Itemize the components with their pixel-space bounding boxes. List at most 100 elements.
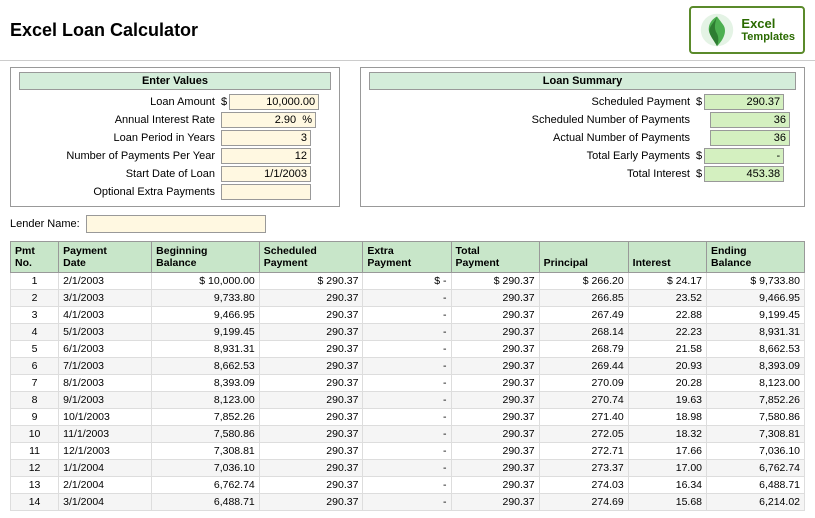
cell-total_pay: 290.37	[451, 494, 539, 511]
cell-end_bal: 7,852.26	[707, 392, 805, 409]
cell-principal: 274.69	[539, 494, 628, 511]
table-row: 1112/1/20037,308.81290.37-290.37272.7117…	[11, 443, 805, 460]
cell-total_pay: 290.37	[451, 290, 539, 307]
cell-beg_bal: 9,199.45	[152, 324, 260, 341]
input-section-header: Enter Values	[19, 72, 331, 90]
value-payments-per-year	[221, 148, 331, 164]
label-scheduled-payment: Scheduled Payment	[369, 96, 696, 108]
cell-sched_pay: 290.37	[259, 494, 363, 511]
lender-row: Lender Name:	[10, 215, 805, 233]
table-row: 132/1/20046,762.74290.37-290.37274.0316.…	[11, 477, 805, 494]
value-total-interest: $ 453.38	[696, 166, 796, 182]
input-loan-period[interactable]	[221, 130, 311, 146]
cell-date: 2/1/2003	[59, 273, 152, 290]
cell-sched_pay: 290.37	[259, 392, 363, 409]
cell-beg_bal: 8,123.00	[152, 392, 260, 409]
cell-principal: $ 266.20	[539, 273, 628, 290]
cell-principal: 270.74	[539, 392, 628, 409]
cell-sched_pay: 290.37	[259, 341, 363, 358]
cell-interest: 18.98	[628, 409, 706, 426]
cell-beg_bal: 6,762.74	[152, 477, 260, 494]
cell-sched_pay: 290.37	[259, 290, 363, 307]
cell-extra_pay: -	[363, 494, 451, 511]
col-header-interest: Interest	[628, 242, 706, 273]
cell-date: 12/1/2003	[59, 443, 152, 460]
label-loan-amount: Loan Amount	[19, 96, 221, 108]
lender-name-input[interactable]	[86, 215, 266, 233]
cell-interest: 22.88	[628, 307, 706, 324]
cell-end_bal: 6,488.71	[707, 477, 805, 494]
cell-date: 10/1/2003	[59, 409, 152, 426]
cell-pmt: 14	[11, 494, 59, 511]
cell-end_bal: 8,931.31	[707, 324, 805, 341]
cell-date: 6/1/2003	[59, 341, 152, 358]
col-header-sched-pay: ScheduledPayment	[259, 242, 363, 273]
cell-beg_bal: 9,466.95	[152, 307, 260, 324]
cell-principal: 268.79	[539, 341, 628, 358]
cell-interest: $ 24.17	[628, 273, 706, 290]
value-early-payments: $ -	[696, 148, 796, 164]
label-payments-per-year: Number of Payments Per Year	[19, 150, 221, 162]
cell-extra_pay: -	[363, 341, 451, 358]
cell-extra_pay: -	[363, 307, 451, 324]
logo-line1: Excel	[741, 16, 795, 32]
val-total-interest: 453.38	[704, 166, 784, 182]
cell-extra_pay: -	[363, 375, 451, 392]
cell-pmt: 4	[11, 324, 59, 341]
table-header-row: PmtNo. PaymentDate BeginningBalance Sche…	[11, 242, 805, 273]
cell-end_bal: 6,214.02	[707, 494, 805, 511]
cell-date: 8/1/2003	[59, 375, 152, 392]
cell-end_bal: 8,662.53	[707, 341, 805, 358]
cell-total_pay: 290.37	[451, 307, 539, 324]
cell-total_pay: 290.37	[451, 392, 539, 409]
cell-extra_pay: -	[363, 358, 451, 375]
cell-principal: 267.49	[539, 307, 628, 324]
cell-principal: 274.03	[539, 477, 628, 494]
table-row: 12/1/2003$ 10,000.00$ 290.37$ -$ 290.37$…	[11, 273, 805, 290]
logo-box: Excel Templates	[689, 6, 805, 54]
input-extra-payments[interactable]	[221, 184, 311, 200]
cell-beg_bal: $ 10,000.00	[152, 273, 260, 290]
cell-extra_pay: -	[363, 324, 451, 341]
cell-interest: 20.28	[628, 375, 706, 392]
value-start-date	[221, 166, 331, 182]
cell-pmt: 13	[11, 477, 59, 494]
input-interest-rate[interactable]	[221, 112, 316, 128]
cell-interest: 17.66	[628, 443, 706, 460]
input-payments-per-year[interactable]	[221, 148, 311, 164]
label-total-interest: Total Interest	[369, 168, 696, 180]
col-header-pmt: PmtNo.	[11, 242, 59, 273]
summary-row-actual-num: Actual Number of Payments 36	[369, 130, 796, 146]
cell-beg_bal: 7,036.10	[152, 460, 260, 477]
form-row-loan-amount: Loan Amount $	[19, 94, 331, 110]
cell-interest: 20.93	[628, 358, 706, 375]
cell-beg_bal: 7,580.86	[152, 426, 260, 443]
table-row: 34/1/20039,466.95290.37-290.37267.4922.8…	[11, 307, 805, 324]
cell-sched_pay: $ 290.37	[259, 273, 363, 290]
cell-extra_pay: -	[363, 443, 451, 460]
logo-text: Excel Templates	[741, 16, 795, 45]
table-row: 143/1/20046,488.71290.37-290.37274.6915.…	[11, 494, 805, 511]
cell-beg_bal: 8,393.09	[152, 375, 260, 392]
form-row-interest-rate: Annual Interest Rate	[19, 112, 331, 128]
cell-beg_bal: 8,931.31	[152, 341, 260, 358]
cell-total_pay: 290.37	[451, 460, 539, 477]
cell-end_bal: 8,123.00	[707, 375, 805, 392]
cell-extra_pay: -	[363, 290, 451, 307]
value-extra-payments	[221, 184, 331, 200]
cell-date: 7/1/2003	[59, 358, 152, 375]
summary-row-early-payments: Total Early Payments $ -	[369, 148, 796, 164]
cell-interest: 15.68	[628, 494, 706, 511]
input-start-date[interactable]	[221, 166, 311, 182]
form-row-payments-per-year: Number of Payments Per Year	[19, 148, 331, 164]
cell-date: 3/1/2004	[59, 494, 152, 511]
cell-beg_bal: 9,733.80	[152, 290, 260, 307]
input-loan-amount[interactable]	[229, 94, 319, 110]
cell-pmt: 8	[11, 392, 59, 409]
cell-extra_pay: -	[363, 409, 451, 426]
cell-total_pay: 290.37	[451, 358, 539, 375]
cell-extra_pay: -	[363, 460, 451, 477]
lender-label: Lender Name:	[10, 218, 80, 230]
form-row-extra-payments: Optional Extra Payments	[19, 184, 331, 200]
cell-end_bal: 7,580.86	[707, 409, 805, 426]
